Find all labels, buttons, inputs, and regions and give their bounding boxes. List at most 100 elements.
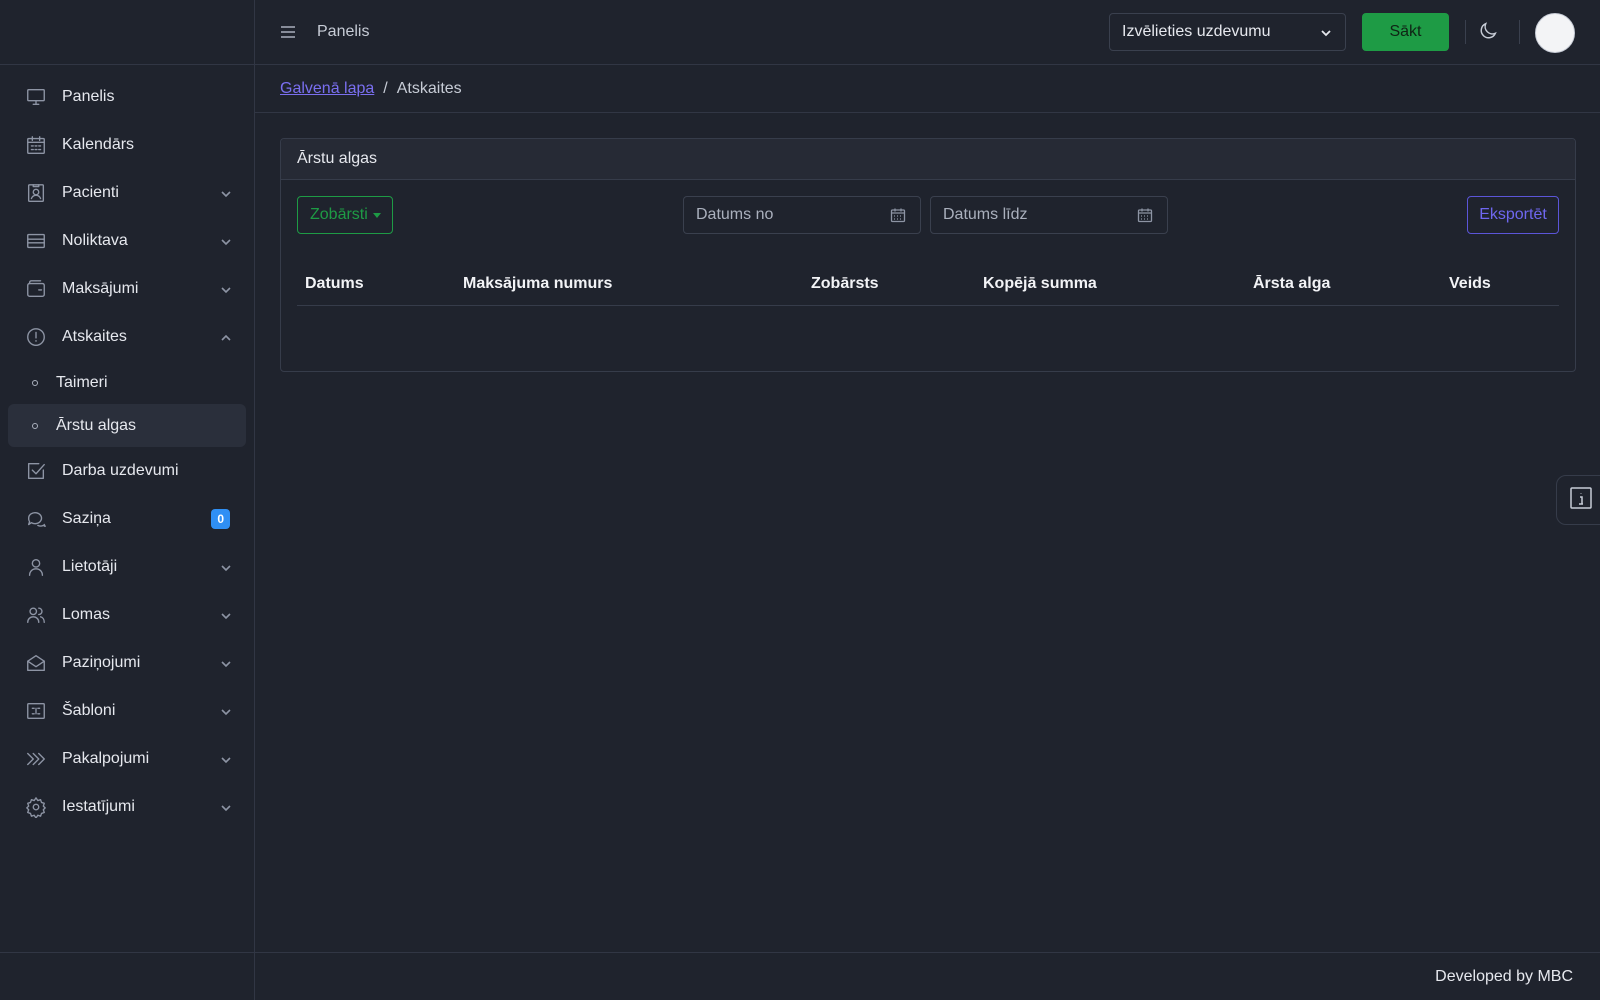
sidebar-nav: Panelis Kalendārs Pacienti Noliktava Mak… [0, 65, 254, 831]
services-icon [24, 747, 48, 771]
chevron-down-icon [220, 561, 232, 573]
sidebar-item-lomas[interactable]: Lomas [8, 591, 246, 639]
alert-circle-icon [24, 325, 48, 349]
divider [1519, 20, 1520, 44]
column-header-type[interactable]: Veids [1449, 275, 1491, 293]
chat-icon [24, 507, 48, 531]
menu-toggle-icon[interactable] [279, 23, 297, 41]
chevron-up-icon [220, 331, 232, 343]
bullet-icon [32, 422, 38, 429]
sidebar-item-pacienti[interactable]: Pacienti [8, 169, 246, 217]
footer-credit: Developed by MBC [1435, 967, 1573, 985]
column-header-payment-number[interactable]: Maksājuma numurs [463, 275, 612, 293]
salaries-table: Datums Maksājuma numurs Zobārsts Kopējā … [297, 263, 1559, 306]
chevron-down-icon [1319, 26, 1333, 40]
info-panel-toggle[interactable] [1556, 475, 1600, 525]
dentists-dropdown-button[interactable]: Zobārsti [297, 196, 393, 234]
calendar-icon [24, 133, 48, 157]
info-icon [1569, 486, 1593, 515]
export-button[interactable]: Eksportēt [1467, 196, 1559, 234]
sidebar-item-label: Lomas [62, 606, 111, 623]
breadcrumb-current: Atskaites [396, 79, 462, 97]
envelope-icon [24, 651, 48, 675]
chevron-down-icon [220, 753, 232, 765]
sidebar-item-noliktava[interactable]: Noliktava [8, 217, 246, 265]
calendar-icon[interactable] [890, 207, 906, 223]
patient-card-icon [24, 181, 48, 205]
task-select[interactable]: Izvēlieties uzdevumu [1109, 13, 1346, 51]
wallet-icon [24, 277, 48, 301]
sidebar-item-lietotaji[interactable]: Lietotāji [8, 543, 246, 591]
sidebar-item-label: Kalendārs [62, 136, 135, 153]
dark-mode-toggle-icon[interactable] [1477, 20, 1499, 42]
column-header-dentist[interactable]: Zobārsts [811, 275, 879, 293]
date-from-placeholder: Datums no [696, 206, 774, 223]
sidebar-item-label: Atskaites [62, 328, 127, 345]
breadcrumb: Galvenā lapa / Atskaites [255, 65, 1600, 113]
sidebar-item-label: Pacienti [62, 184, 119, 201]
caret-down-icon [372, 212, 381, 218]
sidebar-item-darba-uzdevumi[interactable]: Darba uzdevumi [8, 447, 246, 495]
topbar: Panelis Izvēlieties uzdevumu Sākt [255, 0, 1600, 65]
page-title: Panelis [317, 23, 370, 40]
sidebar-item-sazina[interactable]: Saziņa 0 [8, 495, 246, 543]
sidebar-item-label: Darba uzdevumi [62, 462, 179, 479]
salaries-card: Ārstu algas Zobārsti Datums no Datums lī… [280, 138, 1576, 372]
date-to-placeholder: Datums līdz [943, 206, 1028, 223]
date-from-input[interactable]: Datums no [683, 196, 921, 234]
column-header-doctor-salary[interactable]: Ārsta alga [1253, 275, 1330, 293]
monitor-icon [24, 85, 48, 109]
card-title: Ārstu algas [281, 139, 1575, 180]
sidebar-item-label: Lietotāji [62, 558, 118, 575]
sidebar-item-panelis[interactable]: Panelis [8, 73, 246, 121]
chevron-down-icon [220, 705, 232, 717]
sidebar-subitem-arstu-algas[interactable]: Ārstu algas [8, 404, 246, 447]
breadcrumb-separator: / [383, 79, 388, 97]
user-icon [24, 555, 48, 579]
dentists-dropdown-label: Zobārsti [310, 206, 368, 223]
start-button[interactable]: Sākt [1362, 13, 1449, 51]
calendar-icon[interactable] [1137, 207, 1153, 223]
chevron-down-icon [220, 283, 232, 295]
sidebar-item-label: Maksājumi [62, 280, 139, 297]
table-header-row: Datums Maksājuma numurs Zobārsts Kopējā … [297, 263, 1559, 306]
sidebar-item-label: Šabloni [62, 702, 116, 719]
breadcrumb-home-link[interactable]: Galvenā lapa [280, 80, 374, 98]
sidebar-item-pakalpojumi[interactable]: Pakalpojumi [8, 735, 246, 783]
chevron-down-icon [220, 657, 232, 669]
sidebar-item-maksajumi[interactable]: Maksājumi [8, 265, 246, 313]
sidebar-item-label: Paziņojumi [62, 654, 141, 671]
chevron-down-icon [220, 801, 232, 813]
users-icon [24, 603, 48, 627]
sidebar-item-label: Saziņa [62, 510, 111, 527]
checkbox-icon [24, 459, 48, 483]
task-select-value: Izvēlieties uzdevumu [1122, 23, 1271, 40]
sidebar-item-pazinojumi[interactable]: Paziņojumi [8, 639, 246, 687]
sidebar-subitem-label: Ārstu algas [56, 416, 137, 434]
avatar[interactable] [1535, 13, 1575, 53]
chevron-down-icon [220, 235, 232, 247]
column-header-date[interactable]: Datums [305, 275, 364, 293]
sidebar-item-label: Noliktava [62, 232, 128, 249]
sidebar-item-kalendars[interactable]: Kalendārs [8, 121, 246, 169]
sidebar-item-iestatijumi[interactable]: Iestatījumi [8, 783, 246, 831]
template-icon [24, 699, 48, 723]
sidebar-item-label: Pakalpojumi [62, 750, 150, 767]
chevron-down-icon [220, 187, 232, 199]
sidebar-item-atskaites[interactable]: Atskaites [8, 313, 246, 361]
footer: Developed by MBC [255, 952, 1600, 1000]
sidebar-item-sabloni[interactable]: Šabloni [8, 687, 246, 735]
sidebar-footer [0, 952, 255, 1000]
sidebar-subitem-label: Taimeri [56, 373, 108, 391]
storage-icon [24, 229, 48, 253]
sidebar-item-label: Iestatījumi [62, 798, 135, 815]
bullet-icon [32, 379, 38, 386]
column-header-total[interactable]: Kopējā summa [983, 275, 1097, 293]
unread-count-badge: 0 [211, 509, 230, 529]
sidebar-logo-area [0, 0, 254, 65]
divider [1465, 20, 1466, 44]
sidebar-subitem-taimeri[interactable]: Taimeri [8, 361, 246, 404]
date-to-input[interactable]: Datums līdz [930, 196, 1168, 234]
sidebar-item-label: Panelis [62, 88, 115, 105]
chevron-down-icon [220, 609, 232, 621]
